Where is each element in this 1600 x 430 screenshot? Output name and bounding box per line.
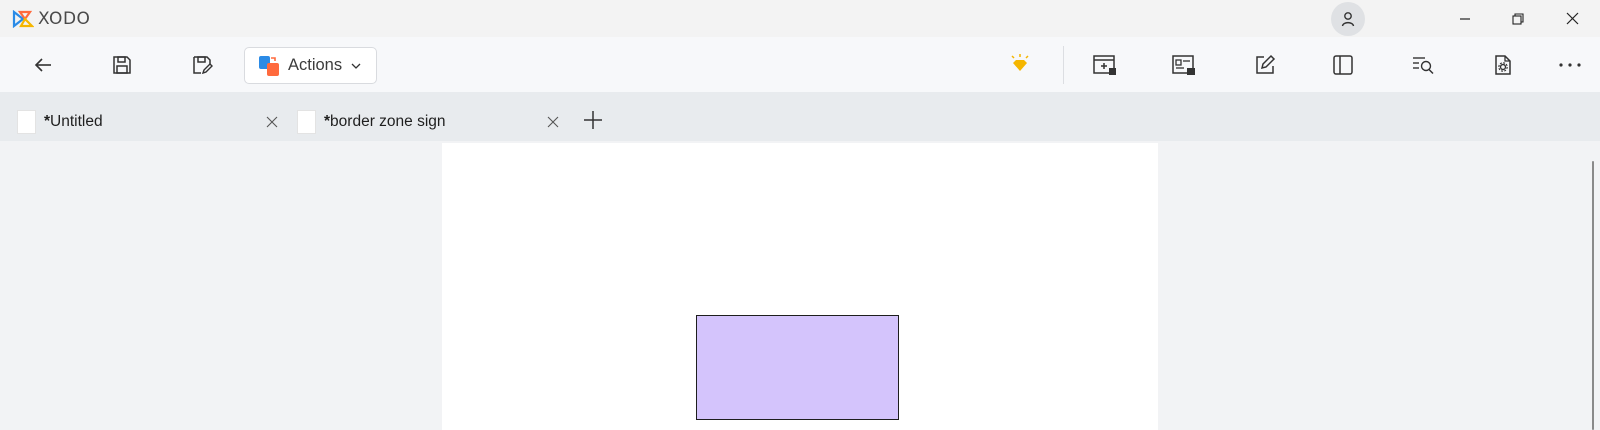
back-arrow-icon [34,58,51,72]
edit-icon [1256,54,1276,74]
user-icon [1341,12,1355,27]
tab-label: *Untitled [44,113,103,131]
vertical-scrollbar[interactable] [1592,161,1594,430]
actions-label: Actions [288,56,343,74]
actions-dropdown[interactable]: Actions [244,47,377,84]
sidebar-panel-icon [1333,55,1353,75]
tab-border-zone-sign[interactable]: *border zone sign [297,108,446,136]
tab-close-button[interactable] [260,108,284,136]
save-as-icon [193,56,213,75]
app-name: XODO [38,9,91,29]
plus-icon [584,111,602,129]
document-viewer [0,141,1600,430]
save-as-button[interactable] [182,46,222,84]
tab-title: border zone sign [330,113,446,130]
tab-thumbnail [297,110,316,134]
restore-button[interactable] [1494,0,1542,37]
close-icon [1566,12,1578,25]
save-button[interactable] [102,46,142,84]
minimize-button[interactable] [1441,0,1489,37]
new-tab-button[interactable] [580,107,606,133]
close-icon [266,116,278,128]
tab-untitled[interactable]: *Untitled [17,108,103,136]
save-icon [113,56,131,74]
back-button[interactable] [23,46,63,84]
document-settings-icon [1495,55,1511,75]
premium-diamond-icon [1011,54,1029,71]
tab-thumbnail [17,110,36,134]
more-button[interactable] [1550,46,1590,84]
close-window-button[interactable] [1548,0,1596,37]
edit-button[interactable] [1245,46,1285,84]
tab-title: Untitled [50,113,103,130]
tab-label: *border zone sign [324,113,446,131]
document-settings-button[interactable] [1483,46,1523,84]
close-icon [547,116,559,128]
actions-app-icon [259,55,279,76]
premium-button[interactable] [1000,46,1040,84]
protect-document-icon [1172,55,1195,75]
minimize-icon [1460,17,1470,20]
tab-close-button[interactable] [541,108,565,136]
add-page-icon [1093,55,1116,75]
chevron-down-icon [351,63,361,69]
add-page-button[interactable] [1085,46,1125,84]
account-button[interactable] [1331,2,1365,36]
protect-document-button[interactable] [1164,46,1204,84]
toolbar-divider [1063,46,1064,84]
main-toolbar: Actions [0,37,1600,92]
sidebar-panel-button[interactable] [1323,46,1363,84]
app-logo: XODO [12,9,90,29]
search-text-button[interactable] [1403,46,1443,84]
restore-icon [1512,12,1524,25]
title-bar: XODO [0,0,1600,37]
rectangle-annotation[interactable] [696,315,899,420]
more-icon [1559,63,1581,67]
xodo-logo-icon [12,10,34,28]
search-text-icon [1413,57,1434,75]
document-page[interactable] [442,143,1158,430]
document-tabs: *Untitled *border zone sign [0,92,1600,141]
